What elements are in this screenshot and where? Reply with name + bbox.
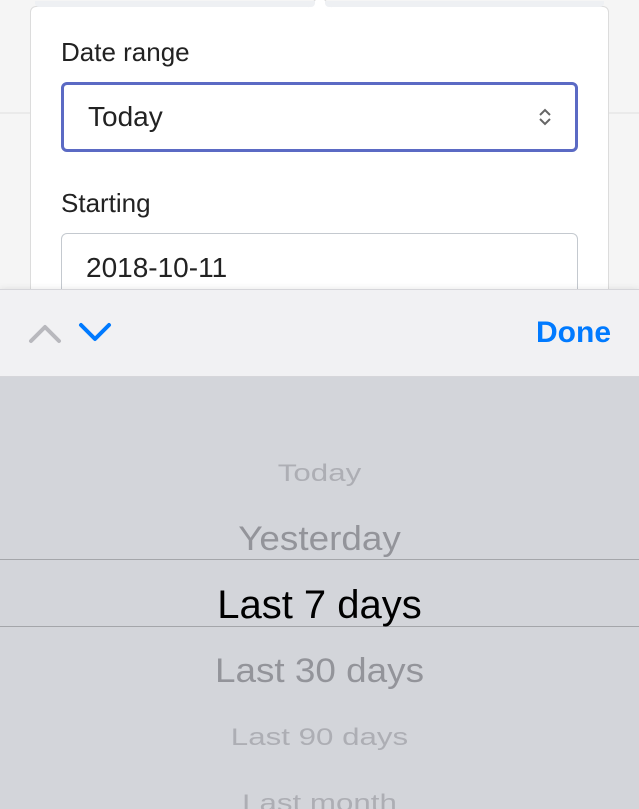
date-filter-card: Date range Today Starting 2018-10-11 <box>30 6 609 324</box>
previous-field-button[interactable] <box>20 308 70 358</box>
done-button[interactable]: Done <box>536 316 619 350</box>
starting-date-value: 2018-10-11 <box>86 252 227 284</box>
picker-item[interactable]: Last 7 days <box>0 572 639 638</box>
picker-item[interactable]: Today <box>26 449 614 497</box>
starting-label: Starting <box>61 188 578 219</box>
picker-wheel[interactable]: Today YesterdayLast 7 daysLast 30 days Las… <box>0 377 639 809</box>
picker-item[interactable]: Last month <box>26 779 614 809</box>
chevron-down-icon <box>75 319 115 347</box>
picker-item[interactable]: Yesterday <box>10 509 630 568</box>
chevron-up-icon <box>25 319 65 347</box>
picker-item[interactable]: Last 30 days <box>10 641 630 700</box>
picker-item[interactable]: Last 90 days <box>26 713 614 761</box>
picker-toolbar: Done <box>0 289 639 377</box>
date-range-label: Date range <box>61 37 578 68</box>
date-range-value: Today <box>88 101 163 133</box>
picker-overlay: Done Today YesterdayLast 7 daysLast 30 da… <box>0 289 639 809</box>
select-carets-icon <box>539 108 551 126</box>
next-field-button[interactable] <box>70 308 120 358</box>
date-range-select[interactable]: Today <box>61 82 578 152</box>
